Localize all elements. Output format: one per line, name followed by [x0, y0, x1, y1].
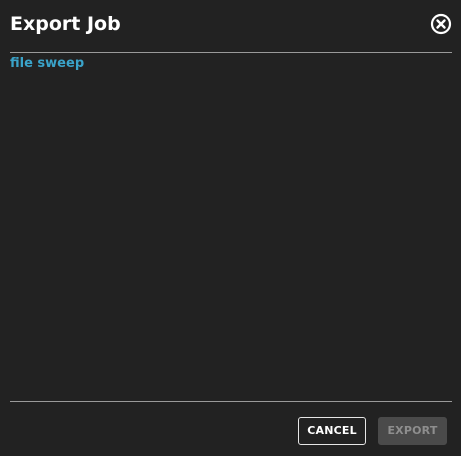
- job-name-link[interactable]: file sweep: [10, 55, 84, 73]
- close-button[interactable]: [430, 13, 452, 35]
- export-button[interactable]: EXPORT: [378, 417, 447, 445]
- close-circle-icon: [430, 13, 452, 35]
- dialog-title: Export Job: [10, 13, 121, 35]
- header-divider: [10, 52, 452, 53]
- footer-divider: [10, 401, 452, 402]
- export-job-dialog: Export Job file sweep CANCEL EXPORT: [0, 0, 461, 456]
- cancel-button[interactable]: CANCEL: [298, 417, 366, 445]
